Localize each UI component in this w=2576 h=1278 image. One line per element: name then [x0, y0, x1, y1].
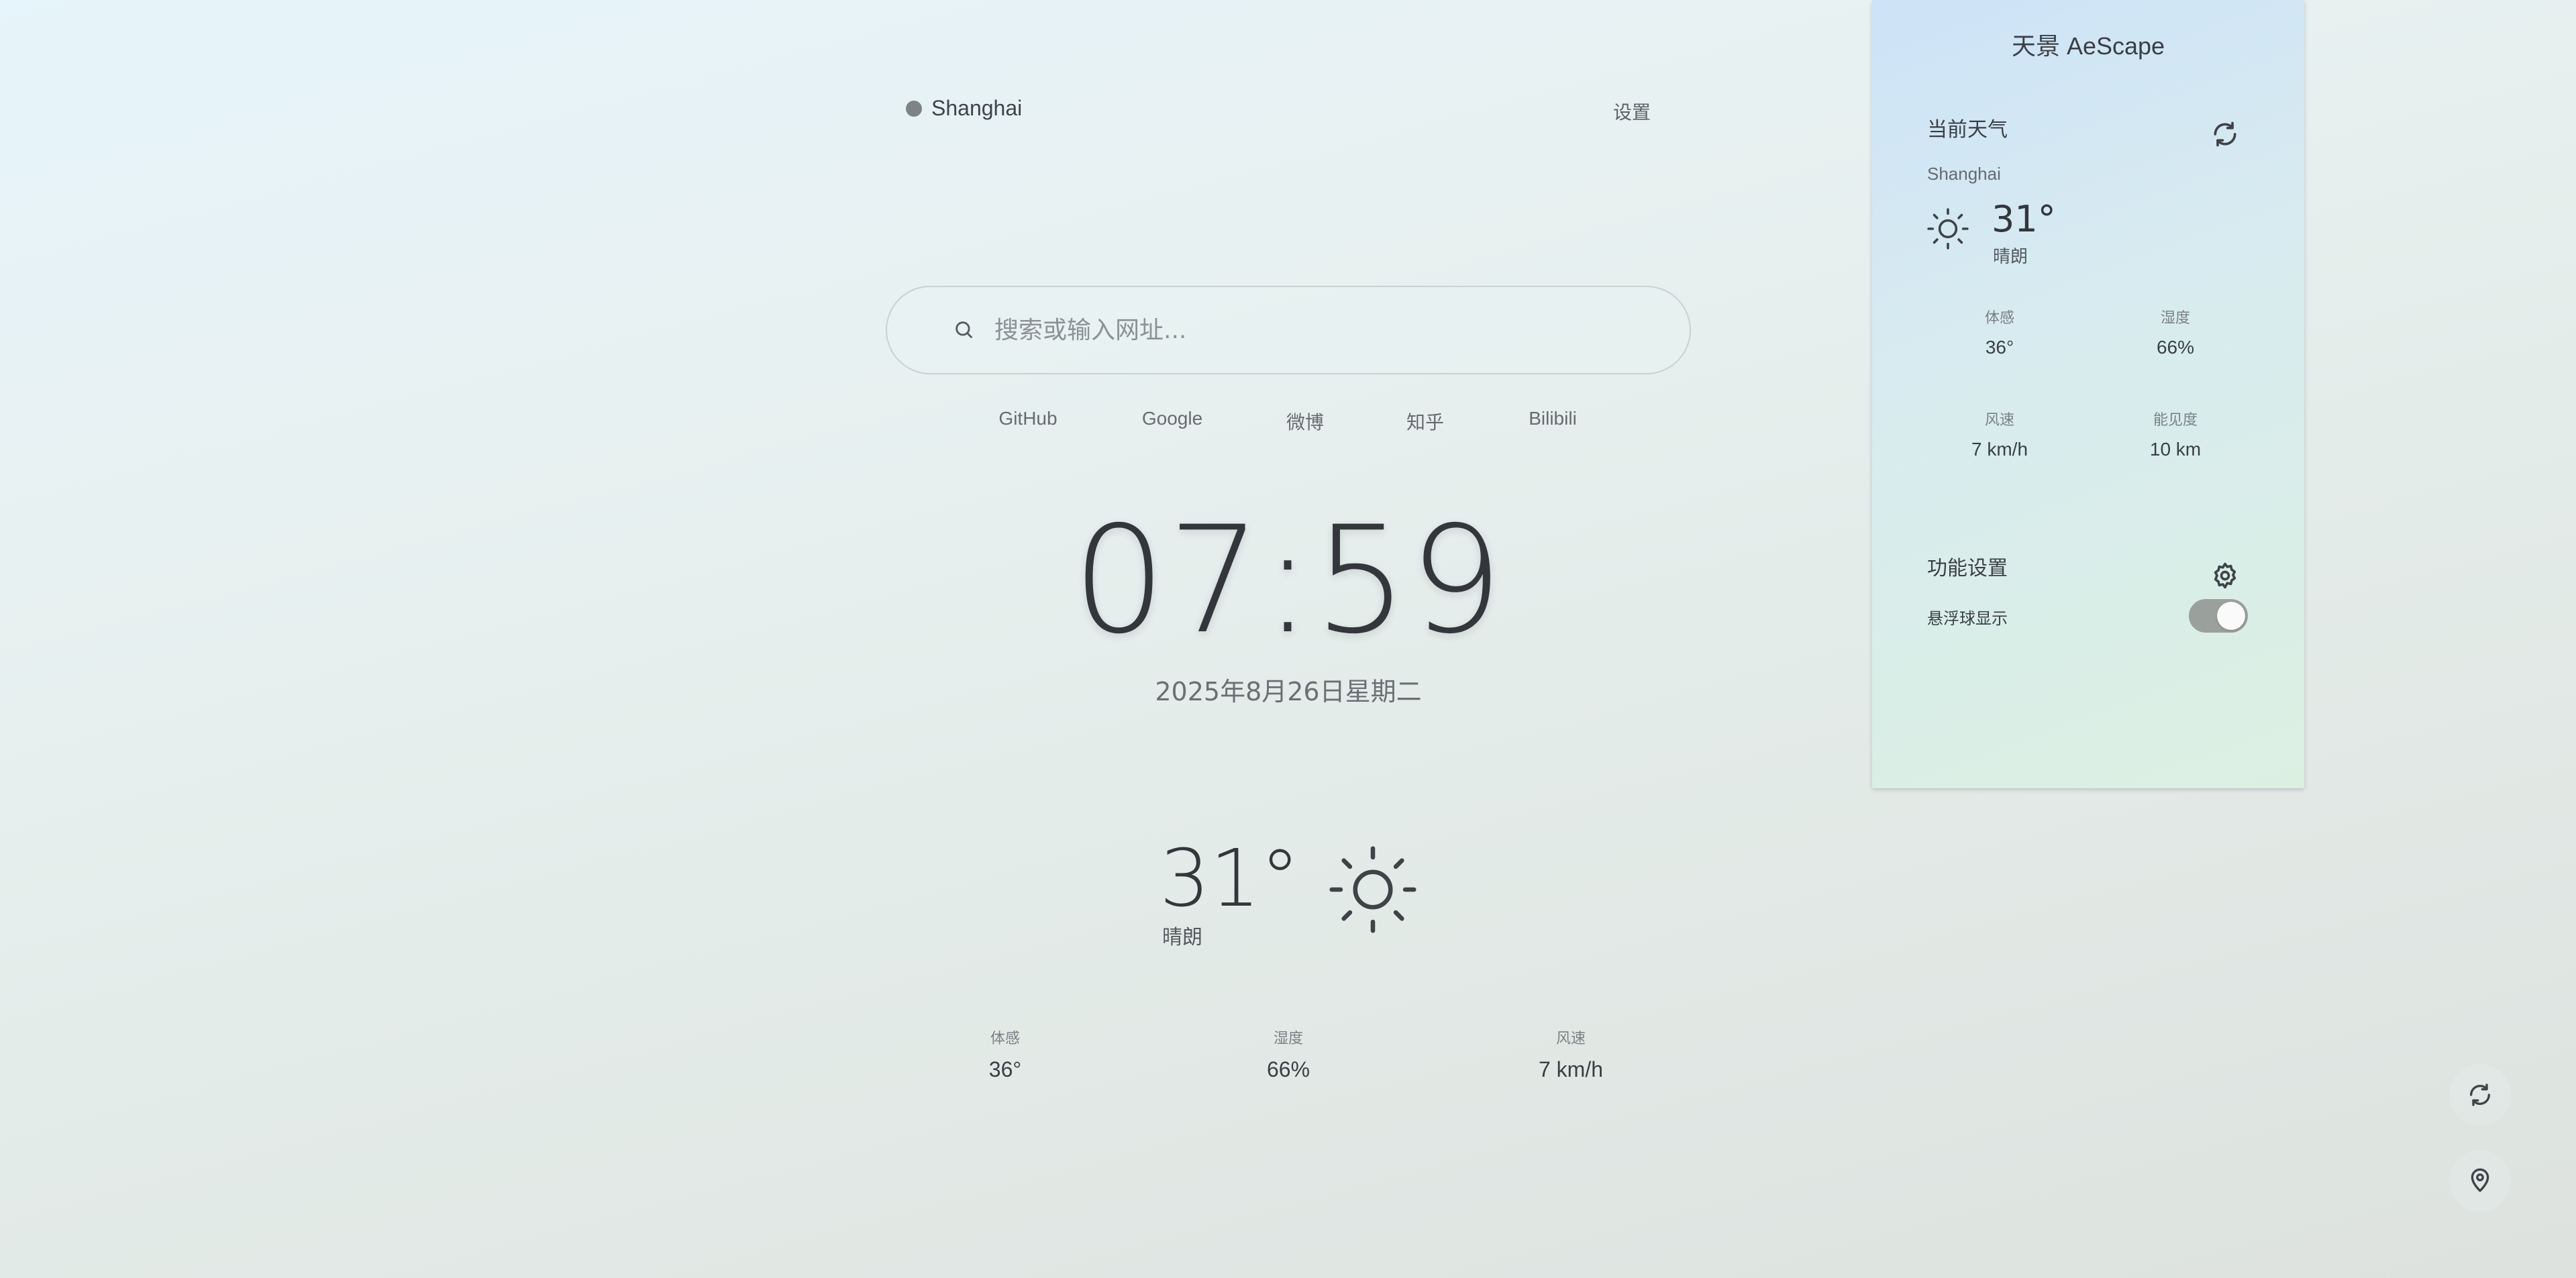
quick-link-weibo[interactable]: 微博	[1286, 408, 1324, 435]
metric-label: 风速	[1555, 1030, 1586, 1047]
refresh-icon	[2470, 1083, 2490, 1106]
quick-link-github[interactable]: GitHub	[998, 408, 1057, 429]
metric-value: 66%	[2156, 337, 2195, 358]
panel-condition: 晴朗	[1993, 246, 2028, 266]
search-input[interactable]	[993, 315, 1600, 345]
search-icon	[956, 321, 973, 339]
metric-value: 36°	[1985, 337, 2014, 358]
panel-city: Shanghai	[1927, 164, 2001, 184]
location-dot-icon	[906, 100, 922, 117]
metric-label: 能见度	[2153, 411, 2198, 428]
settings-link[interactable]: 设置	[1613, 98, 1651, 125]
metric-humidity: 湿度 66%	[1267, 1026, 1310, 1082]
gear-icon[interactable]	[2210, 561, 2240, 590]
panel-metric-humidity: 湿度 66%	[2157, 306, 2194, 358]
metric-wind-speed: 风速 7 km/h	[1539, 1026, 1603, 1082]
metric-value: 7 km/h	[1971, 439, 2028, 460]
clock-date: 2025年8月26日星期二	[1155, 677, 1422, 706]
metric-label: 风速	[1984, 411, 2014, 428]
sun-icon	[1329, 846, 1416, 933]
location-indicator[interactable]: Shanghai	[906, 96, 1022, 121]
location-button[interactable]	[2449, 1150, 2511, 1212]
floating-ball-toggle[interactable]	[2189, 599, 2248, 633]
metric-label: 湿度	[2160, 309, 2191, 326]
location-label: Shanghai	[931, 96, 1023, 120]
quick-link-zhihu[interactable]: 知乎	[1406, 408, 1444, 435]
panel-metric-feels-like: 体感 36°	[1985, 306, 2014, 358]
metric-label: 体感	[1984, 309, 2015, 326]
metric-value: 66%	[1266, 1057, 1310, 1081]
panel-temperature: 31°	[1992, 198, 2056, 240]
panel-metric-visibility: 能见度 10 km	[2150, 408, 2201, 460]
toggle-knob	[2217, 602, 2245, 630]
metric-feels-like: 体感 36°	[989, 1026, 1021, 1082]
quick-links: GitHub Google 微博 知乎 Bilibili	[886, 408, 1691, 435]
weather-temperature: 31°	[1160, 832, 1300, 924]
features-heading: 功能设置	[1927, 557, 2008, 580]
refresh-icon[interactable]	[2210, 119, 2240, 149]
weather-condition: 晴朗	[1162, 926, 1202, 949]
map-pin-icon	[2471, 1168, 2489, 1192]
quick-link-google[interactable]: Google	[1142, 408, 1202, 429]
panel-metric-wind-speed: 风速 7 km/h	[1971, 408, 2028, 460]
metric-label: 湿度	[1273, 1030, 1304, 1047]
floating-ball-label: 悬浮球显示	[1927, 610, 2008, 628]
metric-label: 体感	[990, 1030, 1021, 1047]
current-weather-heading: 当前天气	[1927, 119, 2008, 141]
refresh-button[interactable]	[2449, 1064, 2511, 1126]
clock-time: 07:59	[1072, 494, 1504, 666]
weather-panel: 天景 AeScape 当前天气 Shanghai 31° 晴朗 体感 36° 湿…	[1872, 0, 2304, 788]
quick-link-bilibili[interactable]: Bilibili	[1529, 408, 1577, 429]
sun-icon	[1927, 208, 1969, 250]
panel-title: 天景 AeScape	[2011, 32, 2165, 60]
metric-value: 36°	[988, 1057, 1022, 1081]
metric-value: 10 km	[2149, 439, 2202, 460]
search-bar[interactable]	[886, 286, 1691, 374]
metric-value: 7 km/h	[1538, 1057, 1604, 1081]
